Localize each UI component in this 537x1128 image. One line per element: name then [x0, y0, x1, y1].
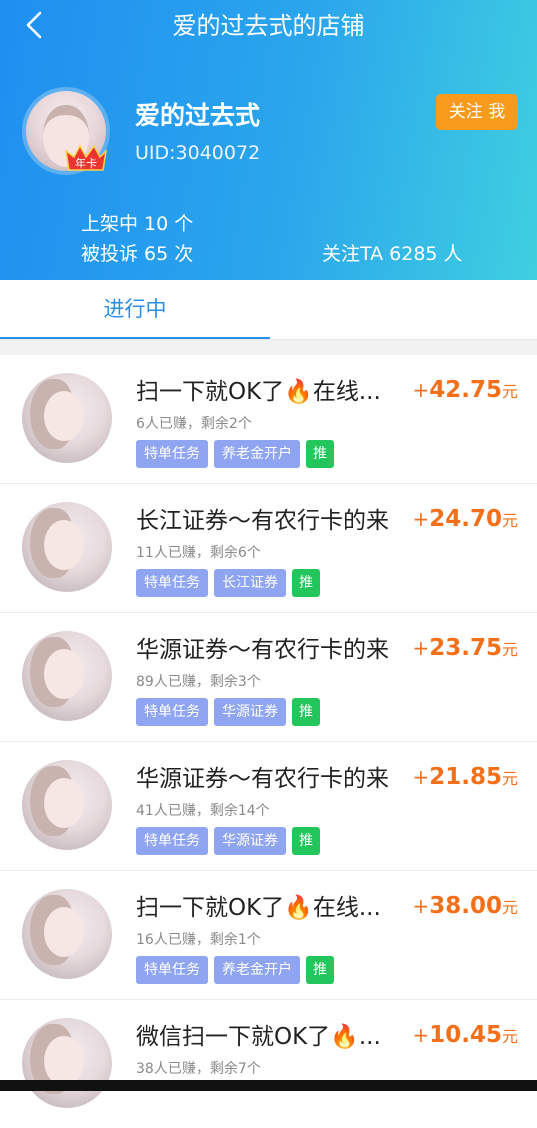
- tag-type: 特单任务: [136, 827, 208, 855]
- task-avatar: [22, 631, 112, 721]
- task-tags: 特单任务 华源证券 推: [136, 827, 320, 855]
- task-avatar: [22, 502, 112, 592]
- complaint-count: 被投诉 65 次: [81, 243, 194, 265]
- page-title: 爱的过去式的店铺: [172, 12, 365, 40]
- tag-recommend: 推: [292, 569, 320, 597]
- tag-category: 长江证券: [214, 569, 286, 597]
- task-row[interactable]: 华源证券～有农行卡的来 41人已赚，剩余14个 特单任务 华源证券 推 +21.…: [0, 742, 537, 871]
- shop-name: 爱的过去式: [135, 101, 261, 130]
- task-row[interactable]: 华源证券～有农行卡的来 89人已赚，剩余3个 特单任务 华源证券 推 +23.7…: [0, 613, 537, 742]
- shop-header: 爱的过去式的店铺 年卡 爱的过去式 UID:3040072 关注 我 上架中 1…: [0, 0, 537, 280]
- task-avatar: [22, 373, 112, 463]
- task-tags: 特单任务 华源证券 推: [136, 698, 320, 726]
- task-meta: 38人已赚，剩余7个: [136, 1061, 261, 1077]
- task-title: 华源证券～有农行卡的来: [136, 766, 389, 792]
- tag-recommend: 推: [292, 698, 320, 726]
- task-reward: +38.00元: [412, 893, 518, 919]
- tag-type: 特单任务: [136, 440, 208, 468]
- task-row[interactable]: 扫一下就OK了🔥在线... 6人已赚，剩余2个 特单任务 养老金开户 推 +42…: [0, 355, 537, 484]
- task-tags: 特单任务 养老金开户 推: [136, 956, 334, 984]
- system-navigation-bar: [0, 1080, 537, 1091]
- task-row[interactable]: 长江证券～有农行卡的来 11人已赚，剩余6个 特单任务 长江证券 推 +24.7…: [0, 484, 537, 613]
- task-title: 微信扫一下就OK了🔥...: [136, 1024, 381, 1050]
- tag-type: 特单任务: [136, 956, 208, 984]
- tag-recommend: 推: [306, 956, 334, 984]
- tag-category: 养老金开户: [214, 956, 300, 984]
- task-tags: 特单任务 养老金开户 推: [136, 440, 334, 468]
- task-meta: 11人已赚，剩余6个: [136, 545, 261, 561]
- follower-count: 关注TA 6285 人: [322, 243, 463, 265]
- year-card-crown-badge: 年卡: [64, 144, 108, 171]
- task-title: 扫一下就OK了🔥在线...: [136, 895, 381, 921]
- task-reward: +23.75元: [412, 635, 518, 661]
- task-meta: 16人已赚，剩余1个: [136, 932, 261, 948]
- tag-recommend: 推: [292, 827, 320, 855]
- on-shelf-count: 上架中 10 个: [81, 213, 194, 235]
- task-title: 扫一下就OK了🔥在线...: [136, 379, 381, 405]
- tag-recommend: 推: [306, 440, 334, 468]
- shop-uid: UID:3040072: [135, 142, 261, 164]
- tag-type: 特单任务: [136, 569, 208, 597]
- task-title: 华源证券～有农行卡的来: [136, 637, 389, 663]
- section-gap: [0, 340, 537, 355]
- task-reward: +24.70元: [412, 506, 518, 532]
- task-title: 长江证券～有农行卡的来: [136, 508, 389, 534]
- task-row[interactable]: 扫一下就OK了🔥在线... 16人已赚，剩余1个 特单任务 养老金开户 推 +3…: [0, 871, 537, 1000]
- task-meta: 89人已赚，剩余3个: [136, 674, 261, 690]
- tag-category: 华源证券: [214, 698, 286, 726]
- tab-in-progress[interactable]: 进行中: [0, 280, 270, 340]
- tag-category: 养老金开户: [214, 440, 300, 468]
- tag-type: 特单任务: [136, 698, 208, 726]
- task-tags: 特单任务 长江证券 推: [136, 569, 320, 597]
- task-reward: +10.45元: [412, 1022, 518, 1048]
- task-reward: +21.85元: [412, 764, 518, 790]
- svg-text:年卡: 年卡: [75, 156, 97, 170]
- task-avatar: [22, 760, 112, 850]
- task-meta: 6人已赚，剩余2个: [136, 416, 252, 432]
- tag-category: 华源证券: [214, 827, 286, 855]
- task-meta: 41人已赚，剩余14个: [136, 803, 270, 819]
- follow-button[interactable]: 关注 我: [436, 94, 518, 130]
- task-reward: +42.75元: [412, 377, 518, 403]
- tab-bar: 进行中: [0, 280, 537, 340]
- task-avatar: [22, 889, 112, 979]
- task-avatar: [22, 1018, 112, 1108]
- task-row[interactable]: 微信扫一下就OK了🔥... 38人已赚，剩余7个 +10.45元: [0, 1000, 537, 1128]
